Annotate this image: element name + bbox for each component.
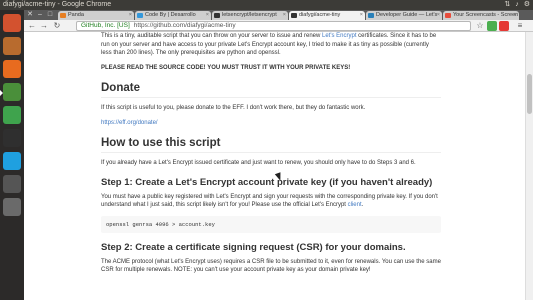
network-icon[interactable]: ⇅: [504, 0, 510, 10]
warning-text: PLEASE READ THE SOURCE CODE! YOU MUST TR…: [101, 64, 351, 71]
maximize-window-icon[interactable]: □: [44, 10, 56, 20]
tab-close-icon[interactable]: ×: [437, 11, 440, 20]
browser-tab[interactable]: letsencrypt/letsencrypt ×: [212, 11, 288, 20]
trash-icon[interactable]: [3, 198, 21, 216]
tab-label: Your Screencasts - Screen: [453, 12, 519, 18]
donate-heading: Donate: [101, 82, 441, 98]
tab-close-icon[interactable]: ×: [514, 11, 517, 20]
step1-code-block: openssl genrsa 4096 > account.key: [101, 215, 441, 233]
browser-tab[interactable]: diafygi/acme-tiny ×: [289, 11, 365, 20]
secure-label: GitHub, Inc. [US]: [81, 22, 130, 29]
reload-icon[interactable]: ↻: [52, 21, 62, 31]
software-center-icon[interactable]: [3, 106, 21, 124]
url-text: https://github.com/diafygi/acme-tiny: [133, 22, 236, 29]
skype-icon[interactable]: [3, 152, 21, 170]
system-tray: ⇅ ♪ ⚙: [504, 0, 530, 10]
step2-heading: Step 2: Create a certificate signing req…: [101, 241, 406, 253]
browser-tab[interactable]: Your Screencasts - Screen ×: [443, 11, 519, 20]
forward-icon[interactable]: →: [39, 21, 49, 31]
tab-favicon-icon: [368, 13, 374, 18]
vertical-scrollbar[interactable]: [525, 32, 533, 300]
bookmark-star-icon[interactable]: ☆: [475, 21, 485, 31]
browser-tab[interactable]: Panda ×: [58, 11, 134, 20]
sublime-icon[interactable]: [3, 175, 21, 193]
page-viewport: This is a tiny, auditable script that yo…: [24, 32, 533, 300]
volume-icon[interactable]: ♪: [515, 0, 519, 10]
donate-link[interactable]: https://eff.org/donate/: [101, 120, 158, 126]
step1-heading: Step 1: Create a Let's Encrypt account p…: [101, 176, 433, 188]
terminal-icon[interactable]: [3, 129, 21, 147]
step1-text: You must have a public key registered wi…: [101, 193, 438, 209]
readme-content: This is a tiny, auditable script that yo…: [101, 32, 441, 281]
tab-close-icon[interactable]: ×: [129, 11, 132, 20]
tab-close-icon[interactable]: ×: [206, 11, 209, 20]
client-link[interactable]: client: [348, 202, 362, 208]
tab-label: letsencrypt/letsencrypt: [222, 12, 277, 18]
extension-icon[interactable]: [499, 21, 509, 31]
tab-label: diafygi/acme-tiny: [299, 12, 341, 18]
donate-text: If this script is useful to you, please …: [101, 105, 366, 111]
howto-heading: How to use this script: [101, 137, 441, 153]
tab-label: Code By | Desarrollo: [145, 12, 196, 18]
step2-text: The ACME protocol (what Let's Encrypt us…: [101, 258, 441, 274]
dash-icon[interactable]: [3, 14, 21, 32]
browser-tab[interactable]: Developer Guide — Let's ×: [366, 11, 442, 20]
files-icon[interactable]: [3, 37, 21, 55]
tab-favicon-icon: [214, 13, 220, 18]
scrollbar-thumb[interactable]: [527, 74, 532, 114]
tab-label: Developer Guide — Let's: [376, 12, 438, 18]
tab-close-icon[interactable]: ×: [283, 11, 286, 20]
intro-paragraph: This is a tiny, auditable script that yo…: [101, 33, 437, 56]
address-bar[interactable]: GitHub, Inc. [US] https://github.com/diaf…: [76, 21, 471, 31]
howto-text: If you already have a Let's Encrypt issu…: [101, 160, 416, 166]
tab-favicon-icon: [291, 13, 297, 18]
browser-toolbar: ← → ↻ GitHub, Inc. [US] https://github.co…: [24, 20, 533, 32]
tab-close-icon[interactable]: ×: [360, 11, 363, 20]
tab-strip: ✕ – □ Panda × Code By | Desarrollo × letsenc…: [24, 10, 533, 20]
window-title: diafygi/acme-tiny - Google Chrome: [3, 1, 112, 8]
letsencrypt-link[interactable]: Let's Encrypt: [322, 33, 357, 39]
tab-label: Panda: [68, 12, 84, 18]
browser-tab[interactable]: Code By | Desarrollo ×: [135, 11, 211, 20]
chrome-icon[interactable]: [0, 83, 21, 101]
tab-favicon-icon: [445, 13, 451, 18]
tab-favicon-icon: [60, 13, 66, 18]
settings-icon[interactable]: ⚙: [524, 0, 530, 10]
menu-icon[interactable]: ≡: [515, 21, 525, 31]
firefox-icon[interactable]: [3, 60, 21, 78]
back-icon[interactable]: ←: [27, 21, 37, 31]
ubuntu-top-bar: diafygi/acme-tiny - Google Chrome ⇅ ♪ ⚙: [0, 0, 533, 10]
extension-icon[interactable]: [487, 21, 497, 31]
tab-favicon-icon: [137, 13, 143, 18]
unity-launcher: [0, 10, 24, 300]
